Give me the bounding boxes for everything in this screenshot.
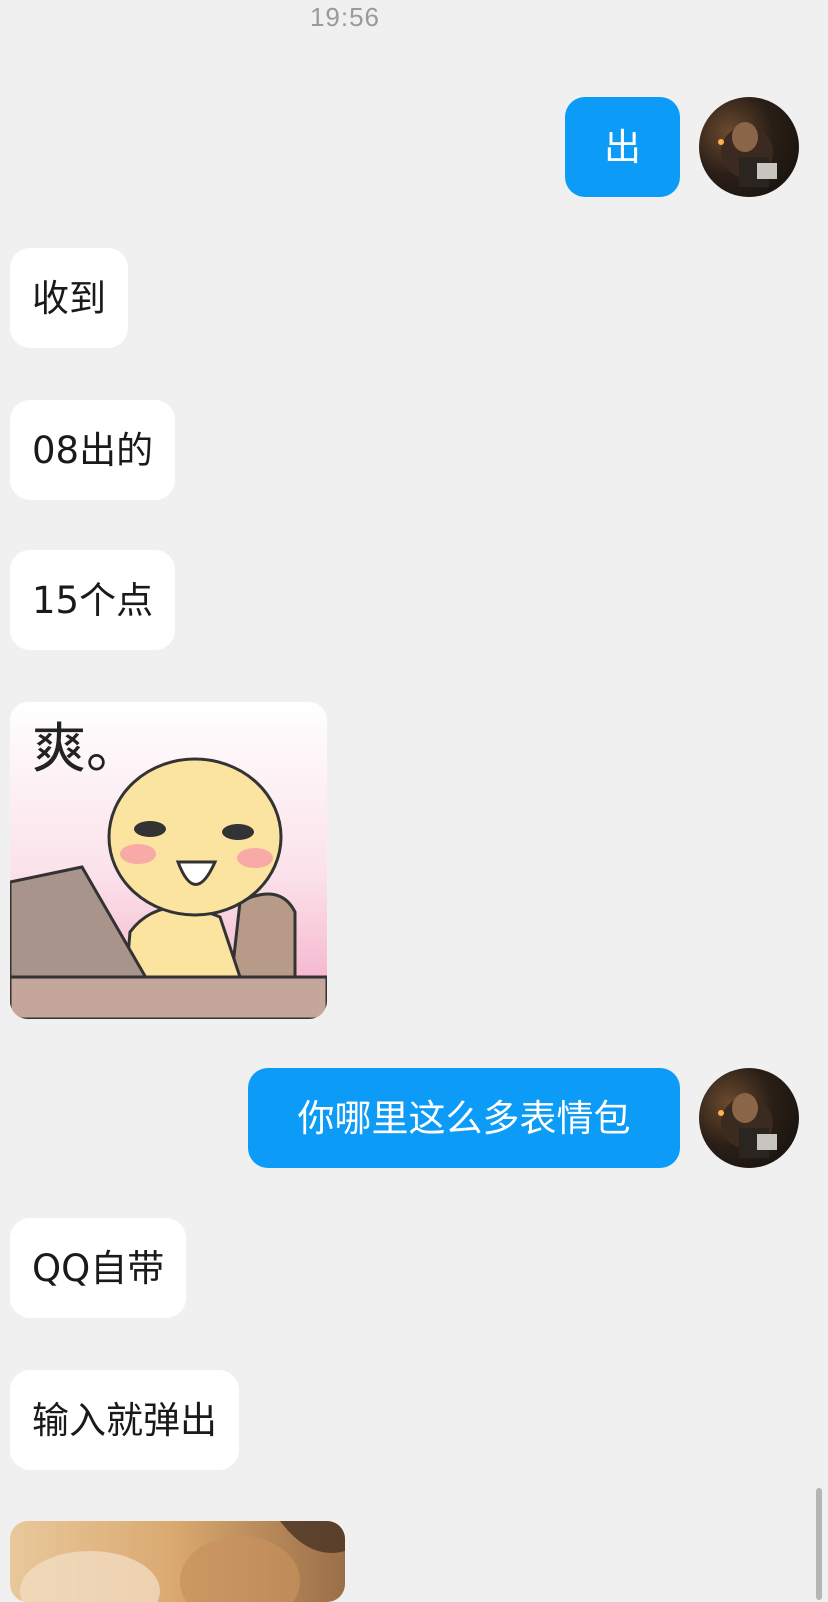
image-message[interactable] xyxy=(10,1521,345,1602)
message-text: 出 xyxy=(604,125,641,169)
incoming-message-bubble[interactable]: QQ自带 xyxy=(10,1218,187,1318)
outgoing-message-bubble[interactable]: 出 xyxy=(565,97,680,197)
message-text: 输入就弹出 xyxy=(32,1398,217,1442)
incoming-message-bubble[interactable]: 输入就弹出 xyxy=(10,1370,239,1470)
message-timestamp: 19:56 xyxy=(309,2,381,32)
message-text: 你哪里这么多表情包 xyxy=(297,1096,631,1140)
outgoing-message-bubble[interactable]: 你哪里这么多表情包 xyxy=(248,1068,680,1168)
message-text: QQ自带 xyxy=(32,1246,165,1290)
incoming-message-bubble[interactable]: 08出的 xyxy=(10,400,176,500)
incoming-message-bubble[interactable]: 收到 xyxy=(10,248,128,348)
incoming-message-bubble[interactable]: 15个点 xyxy=(10,550,176,650)
scrollbar-thumb[interactable] xyxy=(816,1488,822,1600)
user-avatar[interactable] xyxy=(699,97,799,197)
user-avatar[interactable] xyxy=(699,1068,799,1168)
sticker-caption: 爽。 xyxy=(32,717,140,780)
message-text: 收到 xyxy=(32,276,106,320)
message-text: 15个点 xyxy=(32,578,154,622)
sticker-image[interactable]: 爽。 xyxy=(10,702,327,1019)
message-text: 08出的 xyxy=(32,428,154,472)
